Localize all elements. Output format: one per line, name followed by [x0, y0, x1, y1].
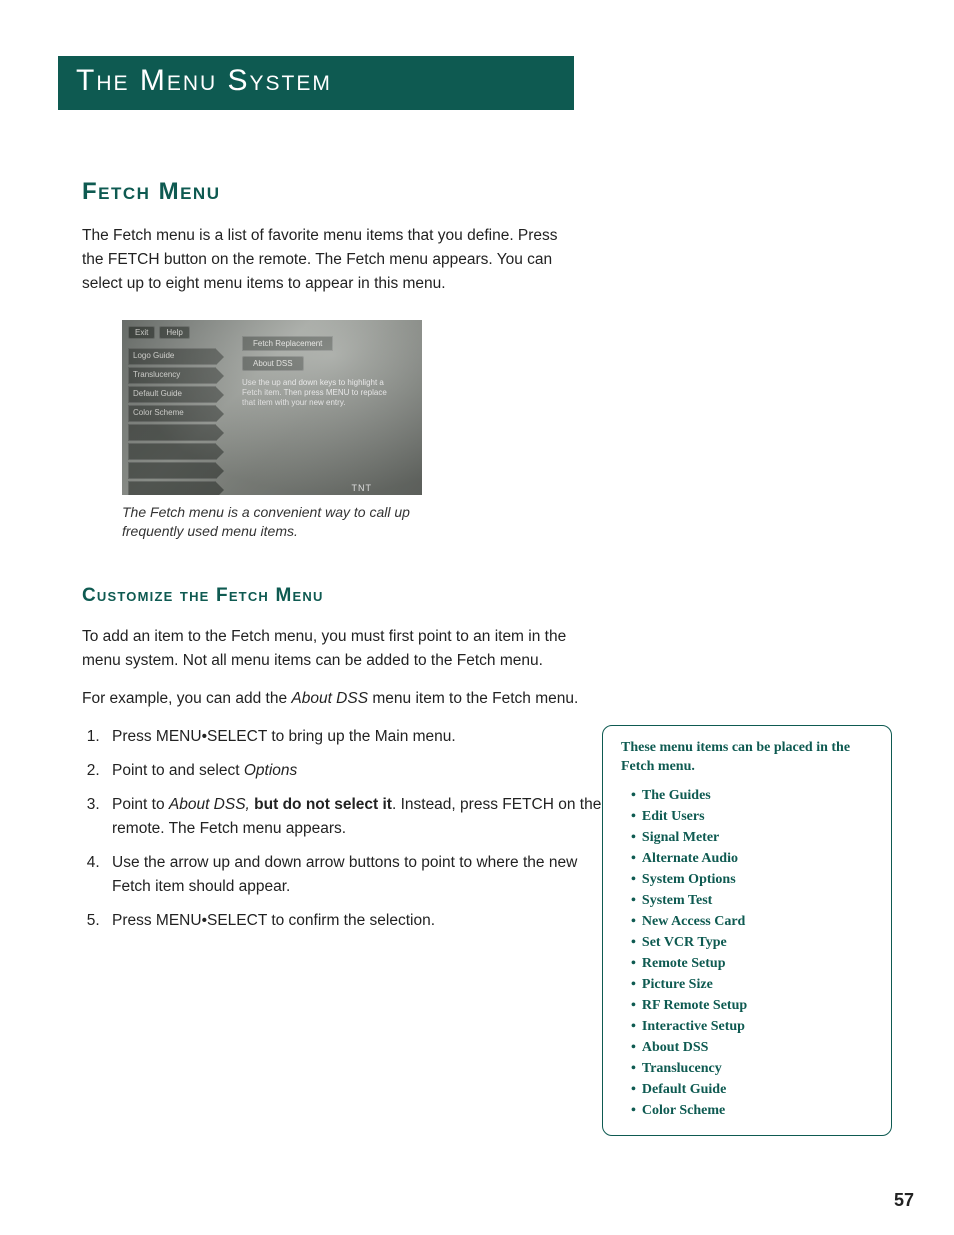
- text-run: menu item to the Fetch menu.: [368, 690, 578, 707]
- sidebar-item: Picture Size: [631, 974, 875, 995]
- tv-channel-logo: TNT: [352, 483, 373, 493]
- sidebar-item: The Guides: [631, 785, 875, 806]
- tv-left-item: [128, 462, 216, 479]
- tv-left-item: [128, 424, 216, 441]
- tv-hint-text: Use the up and down keys to highlight a …: [242, 378, 402, 408]
- fetch-menu-illustration: Exit Help Logo Guide Translucency Defaul…: [122, 320, 422, 495]
- text-italic: About DSS,: [169, 796, 250, 813]
- tv-left-item: Logo Guide: [128, 348, 216, 365]
- sidebar-list: The Guides Edit Users Signal Meter Alter…: [621, 785, 875, 1121]
- sidebar-item: About DSS: [631, 1037, 875, 1058]
- steps-list: Press MENU•SELECT to bring up the Main m…: [82, 725, 614, 933]
- tv-left-item: [128, 443, 216, 460]
- page-number: 57: [894, 1190, 914, 1211]
- tv-about-dss-pill: About DSS: [242, 356, 304, 371]
- text-run: Point to and select: [112, 762, 244, 779]
- text-run: Point to: [112, 796, 169, 813]
- customize-para-1: To add an item to the Fetch menu, you mu…: [82, 625, 582, 673]
- sidebar-item: Color Scheme: [631, 1100, 875, 1121]
- sidebar-item: Set VCR Type: [631, 932, 875, 953]
- sidebar-item: Interactive Setup: [631, 1016, 875, 1037]
- step-2: Point to and select Options: [104, 759, 614, 783]
- customize-para-2: For example, you can add the About DSS m…: [82, 687, 582, 711]
- sidebar-item: New Access Card: [631, 911, 875, 932]
- section-heading-fetch: Fetch Menu: [82, 178, 894, 206]
- step-3: Point to About DSS, but do not select it…: [104, 793, 614, 841]
- tv-left-list: Logo Guide Translucency Default Guide Co…: [128, 348, 216, 495]
- intro-paragraph: The Fetch menu is a list of favorite men…: [82, 224, 582, 296]
- sidebar-intro: These menu items can be placed in the Fe…: [621, 738, 875, 777]
- text-italic: Options: [244, 762, 297, 779]
- sidebar-item: RF Remote Setup: [631, 995, 875, 1016]
- sidebar-item: Default Guide: [631, 1079, 875, 1100]
- sidebar-item: Remote Setup: [631, 953, 875, 974]
- sidebar-fetch-items: These menu items can be placed in the Fe…: [602, 725, 892, 1136]
- tv-help-button: Help: [159, 326, 189, 339]
- chapter-title: The Menu System: [58, 56, 574, 110]
- text-run: For example, you can add the: [82, 690, 291, 707]
- sidebar-item: Signal Meter: [631, 827, 875, 848]
- tv-panel-title: Fetch Replacement: [242, 336, 333, 351]
- tv-left-item: Default Guide: [128, 386, 216, 403]
- sidebar-item: Alternate Audio: [631, 848, 875, 869]
- sidebar-item: System Test: [631, 890, 875, 911]
- tv-exit-button: Exit: [128, 326, 155, 339]
- text-italic: About DSS: [291, 690, 368, 707]
- tv-left-item: Color Scheme: [128, 405, 216, 422]
- step-1: Press MENU•SELECT to bring up the Main m…: [104, 725, 614, 749]
- step-5: Press MENU•SELECT to confirm the selecti…: [104, 909, 614, 933]
- sidebar-item: Edit Users: [631, 806, 875, 827]
- figure-caption: The Fetch menu is a convenient way to ca…: [122, 503, 442, 541]
- section-heading-customize: Customize the Fetch Menu: [82, 585, 894, 607]
- tv-left-item: Translucency: [128, 367, 216, 384]
- step-4: Use the arrow up and down arrow buttons …: [104, 851, 614, 899]
- sidebar-item: Translucency: [631, 1058, 875, 1079]
- tv-left-item: [128, 481, 216, 495]
- text-bold: but do not select it: [250, 796, 392, 813]
- sidebar-item: System Options: [631, 869, 875, 890]
